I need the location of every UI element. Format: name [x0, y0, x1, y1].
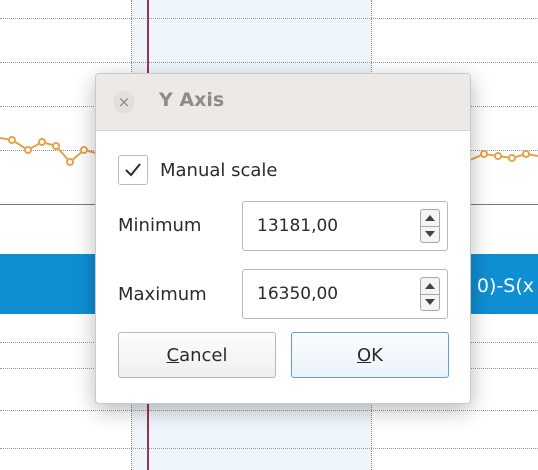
dialog-titlebar: × Y Axis: [96, 74, 470, 131]
arrow-up-icon[interactable]: [421, 210, 439, 227]
maximum-value[interactable]: 16350,00: [257, 284, 338, 304]
maximum-spin-buttons: [420, 277, 440, 311]
ok-mnemonic: O: [357, 344, 372, 366]
cancel-mnemonic: C: [166, 344, 180, 366]
selected-row-label: 0)-S(x: [476, 275, 534, 297]
y-axis-dialog: × Y Axis Manual scale Minimum 13181,00 M…: [95, 73, 471, 404]
minimum-spin-buttons: [420, 209, 440, 243]
arrow-down-icon[interactable]: [421, 294, 439, 310]
checkmark-icon: [125, 163, 141, 177]
maximum-spinbox[interactable]: 16350,00: [242, 269, 448, 319]
maximum-label: Maximum: [118, 284, 207, 305]
grid-line: [0, 448, 538, 449]
grid-line: [0, 410, 538, 411]
grid-line: [0, 18, 538, 19]
cancel-button[interactable]: Cancel: [118, 332, 276, 378]
cancel-label-rest: ancel: [179, 344, 228, 366]
manual-scale-row: Manual scale: [118, 154, 278, 186]
arrow-up-icon[interactable]: [421, 278, 439, 295]
manual-scale-label: Manual scale: [160, 159, 278, 181]
ok-button[interactable]: OK: [291, 332, 449, 378]
arrow-down-icon[interactable]: [421, 226, 439, 242]
dialog-title: Y Axis: [159, 89, 225, 111]
ok-label-rest: K: [371, 344, 383, 366]
minimum-value[interactable]: 13181,00: [257, 216, 338, 236]
minimum-spinbox[interactable]: 13181,00: [242, 201, 448, 251]
close-icon[interactable]: ×: [113, 91, 135, 113]
minimum-label: Minimum: [118, 215, 202, 236]
grid-line: [0, 62, 538, 63]
manual-scale-checkbox[interactable]: [118, 155, 148, 185]
